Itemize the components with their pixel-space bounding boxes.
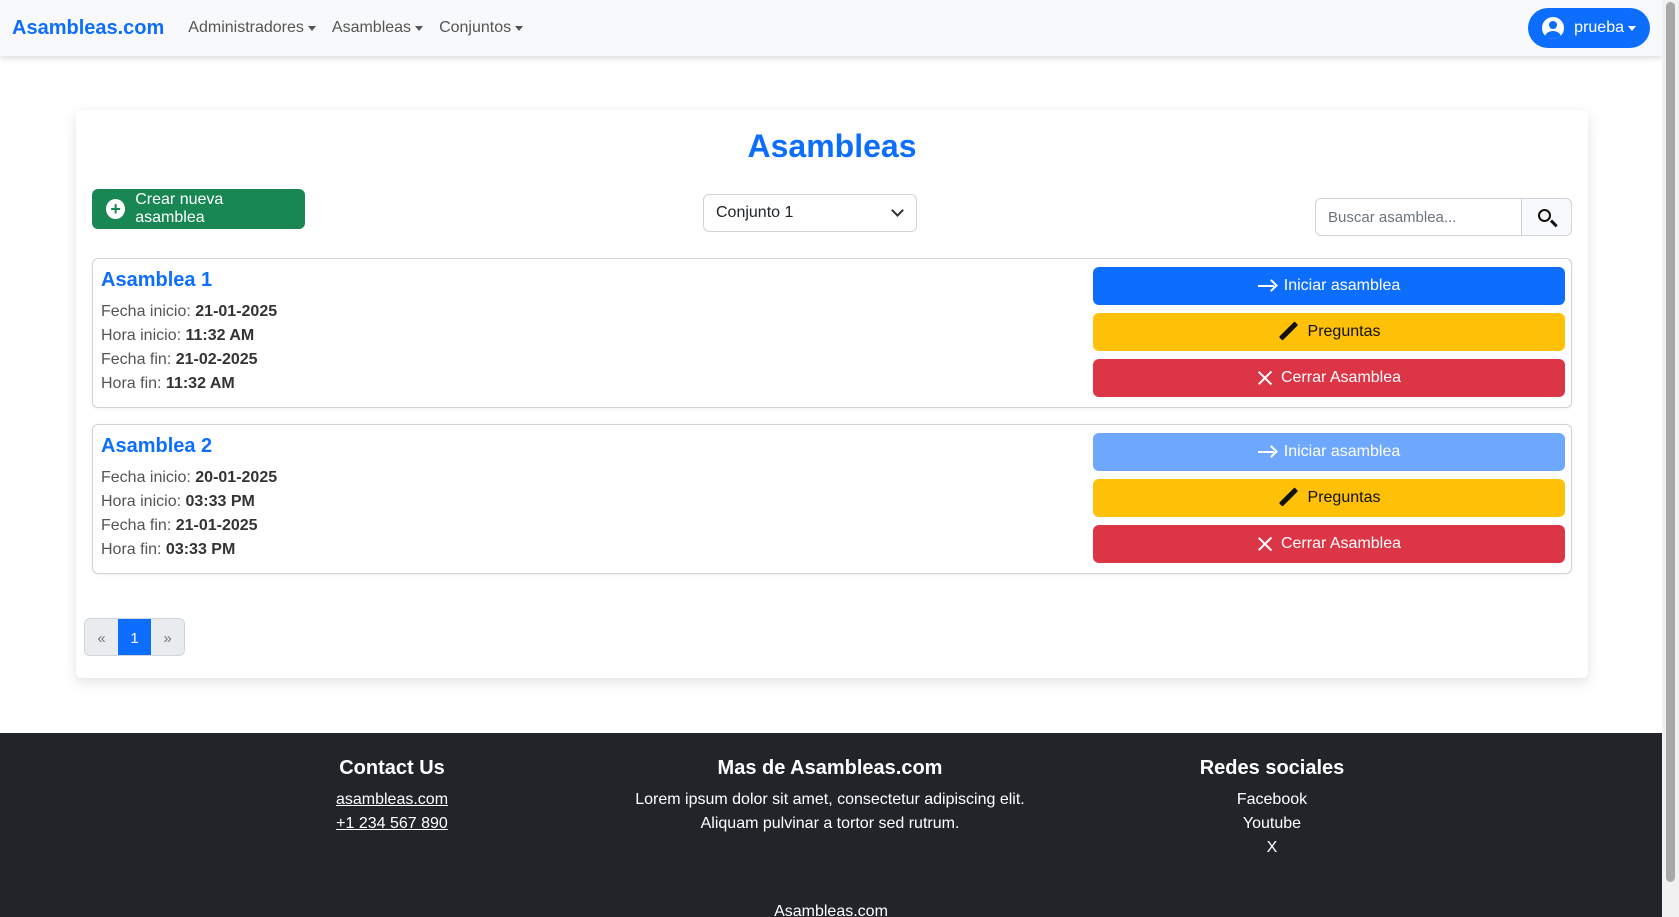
conjunto-select[interactable]: Conjunto 1 [703, 194, 917, 232]
start-assembly-button[interactable]: Iniciar asamblea [1093, 267, 1565, 305]
assembly-title[interactable]: Asamblea 1 [101, 269, 212, 292]
footer-contact-title: Contact Us [339, 757, 445, 779]
assembly-item: Asamblea 1 Fecha inicio: 21-01-2025 Hora… [92, 258, 1572, 408]
caret-down-icon [1628, 25, 1636, 31]
label-fecha-inicio: Fecha inicio: [101, 469, 191, 486]
value-hora-fin: 11:32 AM [165, 375, 235, 392]
user-menu-button[interactable]: prueba [1528, 8, 1650, 48]
field-fecha-fin: Fecha fin: 21-01-2025 [101, 517, 258, 535]
footer: Contact Us asambleas.com +1 234 567 890 … [0, 733, 1662, 917]
footer-site-link[interactable]: asambleas.com [292, 788, 492, 812]
close-assembly-button[interactable]: Cerrar Asamblea [1093, 359, 1565, 397]
field-hora-inicio: Hora inicio: 11:32 AM [101, 327, 254, 345]
scrollbar-thumb[interactable] [1666, 2, 1675, 882]
questions-button[interactable]: Preguntas [1093, 313, 1565, 351]
value-fecha-fin: 21-01-2025 [175, 517, 258, 534]
start-assembly-button[interactable]: Iniciar asamblea [1093, 433, 1565, 471]
value-fecha-inicio: 20-01-2025 [195, 469, 278, 486]
questions-label: Preguntas [1307, 323, 1381, 340]
nav-asambleas-label: Asambleas [331, 19, 412, 36]
value-hora-fin: 03:33 PM [165, 541, 236, 558]
page: Asambleas.com Administradores Asambleas … [0, 0, 1662, 917]
user-name: prueba [1574, 19, 1624, 36]
nav-conjuntos-label: Conjuntos [439, 19, 512, 36]
field-fecha-inicio: Fecha inicio: 21-01-2025 [101, 303, 277, 321]
search-group [1315, 198, 1572, 236]
social-link-x[interactable]: X [1172, 836, 1372, 860]
start-assembly-label: Iniciar asamblea [1283, 443, 1401, 460]
label-hora-fin: Hora fin: [101, 375, 162, 392]
create-assembly-button[interactable]: + Crear nueva asamblea [92, 189, 305, 229]
questions-button[interactable]: Preguntas [1093, 479, 1565, 517]
plus-circle-icon: + [106, 199, 126, 219]
assembly-title[interactable]: Asamblea 2 [101, 435, 212, 458]
value-fecha-inicio: 21-01-2025 [195, 303, 278, 320]
caret-down-icon [515, 25, 524, 31]
start-assembly-label: Iniciar asamblea [1283, 277, 1401, 294]
questions-label: Preguntas [1307, 489, 1381, 506]
pagination-next[interactable]: » [151, 619, 184, 655]
footer-phone-link[interactable]: +1 234 567 890 [292, 812, 492, 836]
pencil-icon [1278, 322, 1298, 342]
footer-more: Mas de Asambleas.com Lorem ipsum dolor s… [580, 757, 1080, 836]
footer-more-text-2: Aliquam pulvinar a tortor sed rutrum. [700, 815, 960, 832]
nav-asambleas[interactable]: Asambleas [331, 19, 424, 37]
field-hora-fin: Hora fin: 11:32 AM [101, 375, 235, 393]
search-input[interactable] [1315, 198, 1522, 236]
field-hora-fin: Hora fin: 03:33 PM [101, 541, 235, 559]
field-hora-inicio: Hora inicio: 03:33 PM [101, 493, 255, 511]
close-assembly-label: Cerrar Asamblea [1280, 369, 1402, 386]
pencil-icon [1278, 488, 1298, 508]
create-assembly-label: Crear nueva asamblea [135, 191, 224, 226]
pagination-page-1[interactable]: 1 [118, 619, 151, 655]
value-fecha-fin: 21-02-2025 [175, 351, 258, 368]
brand-link[interactable]: Asambleas.com [12, 17, 164, 40]
footer-more-title: Mas de Asambleas.com [717, 757, 943, 779]
page-title: Asambleas [747, 128, 917, 164]
field-fecha-fin: Fecha fin: 21-02-2025 [101, 351, 258, 369]
nav-conjuntos[interactable]: Conjuntos [439, 19, 524, 37]
vertical-scrollbar[interactable] [1662, 0, 1679, 917]
label-fecha-inicio: Fecha inicio: [101, 303, 191, 320]
user-circle-icon [1542, 17, 1565, 39]
navbar: Asambleas.com Administradores Asambleas … [0, 0, 1662, 56]
label-hora-inicio: Hora inicio: [101, 327, 182, 344]
pagination-prev[interactable]: « [85, 619, 118, 655]
search-button[interactable] [1522, 198, 1572, 236]
chevron-down-icon [891, 204, 904, 217]
close-assembly-button[interactable]: Cerrar Asamblea [1093, 525, 1565, 563]
pagination: « 1 » [84, 618, 185, 656]
footer-contact: Contact Us asambleas.com +1 234 567 890 [292, 757, 492, 836]
nav-administradores-label: Administradores [188, 19, 304, 36]
social-link-youtube[interactable]: Youtube [1172, 812, 1372, 836]
footer-more-text-1: Lorem ipsum dolor sit amet, consectetur … [635, 791, 1025, 808]
caret-down-icon [415, 25, 424, 31]
nav-administradores[interactable]: Administradores [188, 19, 316, 37]
arrow-right-icon [1257, 446, 1276, 458]
caret-down-icon [307, 25, 316, 31]
close-icon [1257, 536, 1273, 552]
label-fecha-fin: Fecha fin: [101, 517, 172, 534]
search-icon [1538, 209, 1551, 222]
close-assembly-label: Cerrar Asamblea [1280, 535, 1402, 552]
social-link-facebook[interactable]: Facebook [1172, 788, 1372, 812]
conjunto-selected-value: Conjunto 1 [716, 204, 794, 221]
label-fecha-fin: Fecha fin: [101, 351, 172, 368]
value-hora-inicio: 11:32 AM [185, 327, 255, 344]
assembly-item: Asamblea 2 Fecha inicio: 20-01-2025 Hora… [92, 424, 1572, 574]
footer-social: Redes sociales Facebook Youtube X [1172, 757, 1372, 860]
field-fecha-inicio: Fecha inicio: 20-01-2025 [101, 469, 277, 487]
assemblies-card: Asambleas + Crear nueva asamblea Conjunt… [76, 110, 1588, 678]
footer-social-title: Redes sociales [1199, 757, 1345, 779]
footer-copyright: Asambleas.com [774, 903, 888, 917]
close-icon [1257, 370, 1273, 386]
label-hora-fin: Hora fin: [101, 541, 162, 558]
value-hora-inicio: 03:33 PM [185, 493, 255, 510]
label-hora-inicio: Hora inicio: [101, 493, 182, 510]
arrow-right-icon [1257, 280, 1276, 292]
